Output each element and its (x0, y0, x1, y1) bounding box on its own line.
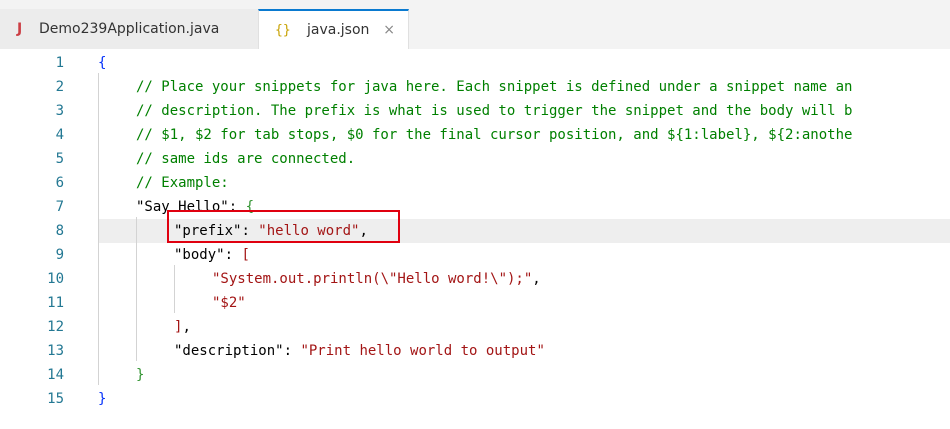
code-text: // description. The prefix is what is us… (136, 103, 853, 119)
line-number: 12 (47, 319, 64, 335)
json-file-icon: {} (275, 22, 291, 38)
code-line: 13 "description": "Print hello world to … (0, 339, 950, 363)
code-line: 6 // Example: (0, 171, 950, 195)
line-number: 9 (55, 247, 64, 263)
line-number: 5 (55, 151, 64, 167)
annotation-highlight-box (167, 210, 400, 243)
line-number: 11 (47, 295, 64, 311)
code-text: { (98, 55, 107, 71)
line-number: 4 (55, 127, 64, 143)
code-text: } (98, 391, 107, 407)
code-line: 10 "System.out.println(\"Hello word!\");… (0, 267, 950, 291)
line-number: 13 (47, 343, 64, 359)
code-text: "body": [ (174, 247, 250, 263)
code-line: 8 "prefix": "hello word", (0, 219, 950, 243)
line-number: 2 (55, 79, 64, 95)
code-editor[interactable]: 1 { 2 // Place your snippets for java he… (0, 49, 950, 429)
line-number: 15 (47, 391, 64, 407)
code-text: // Example: (136, 175, 229, 191)
tab-java-json[interactable]: {} java.json × (258, 9, 409, 49)
code-line: 9 "body": [ (0, 243, 950, 267)
code-line: 11 "$2" (0, 291, 950, 315)
code-line: 3 // description. The prefix is what is … (0, 99, 950, 123)
code-text: "description": "Print hello world to out… (174, 343, 545, 359)
line-number: 7 (55, 199, 64, 215)
code-line: 5 // same ids are connected. (0, 147, 950, 171)
line-number: 14 (47, 367, 64, 383)
tab-bar: J Demo239Application.java {} java.json × (0, 0, 950, 49)
code-text: "System.out.println(\"Hello word!\");", (212, 271, 541, 287)
line-number: 10 (47, 271, 64, 287)
code-text: ], (174, 319, 191, 335)
code-line: 14 } (0, 363, 950, 387)
code-line: 1 { (0, 51, 950, 75)
code-line: 4 // $1, $2 for tab stops, $0 for the fi… (0, 123, 950, 147)
code-text: // $1, $2 for tab stops, $0 for the fina… (136, 127, 853, 143)
line-number: 6 (55, 175, 64, 191)
line-number: 8 (55, 223, 64, 239)
code-text: // Place your snippets for java here. Ea… (136, 79, 853, 95)
tab-label: java.json (307, 22, 370, 38)
code-text: } (136, 367, 145, 383)
tab-label: Demo239Application.java (39, 21, 220, 37)
code-line: 15 } (0, 387, 950, 411)
code-text: "$2" (212, 295, 246, 311)
code-text: // same ids are connected. (136, 151, 356, 167)
code-line: 7 "Say Hello": { (0, 195, 950, 219)
tab-demo239application-java[interactable]: J Demo239Application.java (0, 9, 258, 49)
code-line: 12 ], (0, 315, 950, 339)
java-file-icon: J (17, 21, 23, 37)
line-number: 1 (55, 55, 64, 71)
code-line: 2 // Place your snippets for java here. … (0, 75, 950, 99)
line-number: 3 (55, 103, 64, 119)
close-icon[interactable]: × (383, 22, 395, 38)
